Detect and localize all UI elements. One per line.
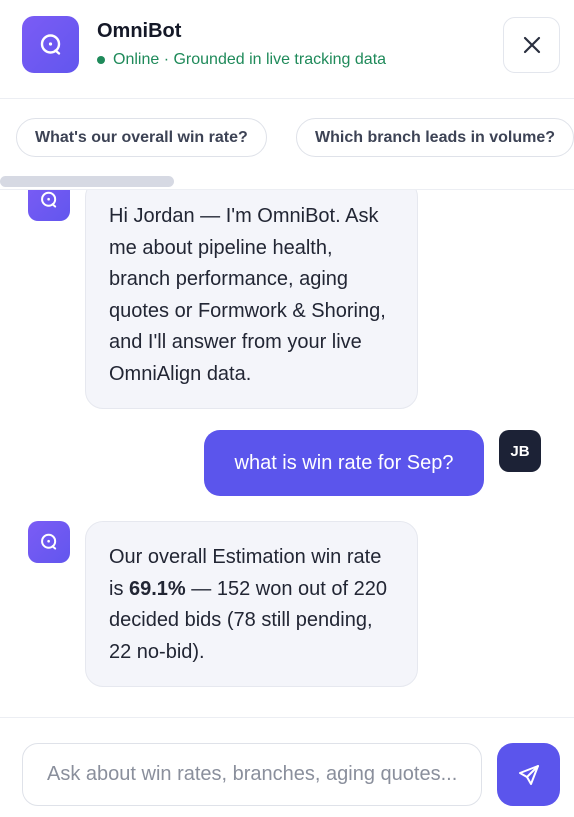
online-dot-icon bbox=[97, 56, 105, 64]
message-input[interactable] bbox=[22, 743, 482, 806]
status-line: Online · Grounded in live tracking data bbox=[97, 51, 386, 69]
close-icon bbox=[523, 36, 540, 54]
win-rate-highlight: 69.1% bbox=[129, 577, 186, 600]
suggestion-bar: What's our overall win rate? Which branc… bbox=[0, 99, 574, 190]
bot-avatar bbox=[28, 190, 70, 221]
send-button[interactable] bbox=[497, 743, 560, 806]
close-button[interactable] bbox=[503, 17, 560, 73]
suggestion-chip-win-rate[interactable]: What's our overall win rate? bbox=[16, 118, 267, 157]
suggestion-scrollbar[interactable] bbox=[0, 176, 174, 187]
chat-title: OmniBot bbox=[97, 20, 182, 42]
omnibot-logo-icon bbox=[22, 16, 79, 73]
user-message: what is win rate for Sep? bbox=[204, 430, 484, 496]
status-text: Online · Grounded in live tracking data bbox=[113, 51, 387, 68]
message-list: Hi Jordan — I'm OmniBot. Ask me about pi… bbox=[0, 190, 574, 717]
send-icon bbox=[518, 764, 539, 785]
suggestion-chip-branch-volume[interactable]: Which branch leads in volume? bbox=[296, 118, 574, 157]
chat-header: OmniBot Online · Grounded in live tracki… bbox=[0, 0, 574, 99]
bot-avatar bbox=[28, 521, 70, 563]
user-avatar: JB bbox=[499, 430, 541, 472]
bot-message-intro: Hi Jordan — I'm OmniBot. Ask me about pi… bbox=[85, 190, 418, 409]
composer bbox=[0, 717, 574, 817]
bot-message-answer: Our overall Estimation win rate is 69.1%… bbox=[85, 521, 418, 687]
